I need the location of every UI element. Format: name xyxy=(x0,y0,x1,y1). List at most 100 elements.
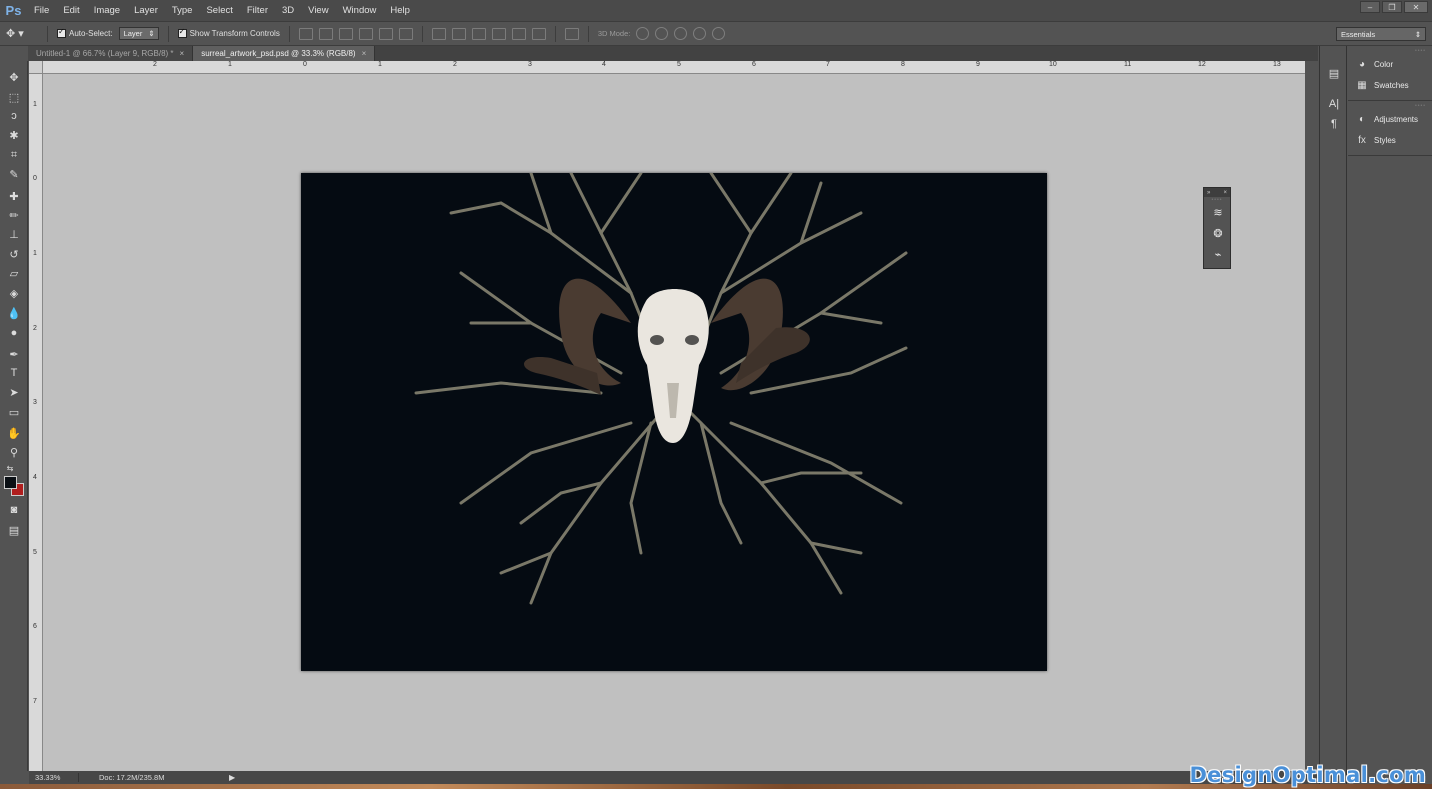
tab-surreal-artwork[interactable]: surreal_artwork_psd.psd @ 33.3% (RGB/8) × xyxy=(193,46,376,61)
zoom-level[interactable]: 33.33% xyxy=(29,773,79,782)
restore-button[interactable]: ❐ xyxy=(1382,1,1402,13)
paragraph-icon[interactable]: ¶ xyxy=(1327,117,1341,131)
menu-view[interactable]: View xyxy=(301,0,335,21)
auto-select-checkbox[interactable]: Auto-Select: xyxy=(57,27,113,38)
minimize-button[interactable]: – xyxy=(1360,1,1380,13)
hand-tool-icon[interactable]: ✋ xyxy=(6,425,22,441)
history-icon[interactable]: ▤ xyxy=(1327,66,1341,80)
align-right-icon[interactable] xyxy=(398,27,413,40)
marquee-tool-icon[interactable]: ⬚ xyxy=(6,89,22,105)
dropdown-arrow-icon: ⇕ xyxy=(1414,29,1421,39)
screen-mode-icon[interactable]: ▤ xyxy=(6,522,22,538)
channels-icon[interactable]: ❂ xyxy=(1204,223,1232,244)
3d-roll-icon[interactable] xyxy=(655,27,669,40)
type-tool-icon[interactable]: T xyxy=(6,365,22,381)
panel-color[interactable]: ◕ Color xyxy=(1348,54,1432,75)
auto-select-target-dropdown[interactable]: Layer ⇕ xyxy=(118,27,159,40)
menu-select[interactable]: Select xyxy=(199,0,239,21)
quick-mask-icon[interactable]: ◙ xyxy=(6,502,22,518)
distribute-vertical-center-icon[interactable] xyxy=(451,27,466,40)
dodge-tool-icon[interactable]: ● xyxy=(6,325,22,341)
zoom-tool-icon[interactable]: ⚲ xyxy=(6,444,22,460)
distribute-horizontal-center-icon[interactable] xyxy=(511,27,526,40)
history-brush-tool-icon[interactable]: ↺ xyxy=(6,246,22,262)
align-horizontal-center-icon[interactable] xyxy=(378,27,393,40)
menu-file[interactable]: File xyxy=(27,0,56,21)
panel-styles[interactable]: fx Styles xyxy=(1348,130,1432,151)
panel-adjustments[interactable]: ◐ Adjustments xyxy=(1348,109,1432,130)
crop-tool-icon[interactable]: ⌗ xyxy=(6,147,22,163)
status-menu-arrow-icon[interactable]: ▶ xyxy=(229,773,235,782)
distribute-left-icon[interactable] xyxy=(491,27,506,40)
document-size: Doc: 17.2M/235.8M xyxy=(99,773,165,782)
menu-window[interactable]: Window xyxy=(336,0,384,21)
ruler-label: 9 xyxy=(976,61,980,68)
menu-filter[interactable]: Filter xyxy=(240,0,275,21)
healing-brush-tool-icon[interactable]: ✚ xyxy=(6,188,22,204)
distribute-right-icon[interactable] xyxy=(531,27,546,40)
paths-icon[interactable]: ⌁ xyxy=(1204,244,1232,265)
distribute-top-icon[interactable] xyxy=(431,27,446,40)
3d-pan-icon[interactable] xyxy=(674,27,688,40)
align-bottom-icon[interactable] xyxy=(338,27,353,40)
vertical-ruler[interactable]: 1 0 1 2 3 4 5 6 7 xyxy=(29,74,43,771)
document-canvas[interactable] xyxy=(301,173,1047,671)
rectangle-tool-icon[interactable]: ▭ xyxy=(6,404,22,420)
quick-selection-tool-icon[interactable]: ✱ xyxy=(6,127,22,143)
horizontal-ruler[interactable]: 2 1 0 1 2 3 4 5 6 7 8 9 10 11 12 13 xyxy=(43,61,1305,74)
menu-image[interactable]: Image xyxy=(87,0,127,21)
paint-bucket-tool-icon[interactable]: ◈ xyxy=(6,285,22,301)
show-transform-checkbox[interactable]: Show Transform Controls xyxy=(177,27,280,38)
color-panel-group: •••• ◕ Color ▦ Swatches xyxy=(1348,46,1432,101)
layers-icon[interactable]: ≋ xyxy=(1204,202,1232,223)
ruler-label: 3 xyxy=(33,399,37,406)
close-icon[interactable]: × xyxy=(1223,190,1227,196)
menu-layer[interactable]: Layer xyxy=(127,0,165,21)
character-icon[interactable]: A| xyxy=(1327,97,1341,111)
3d-scale-icon[interactable] xyxy=(712,27,726,40)
close-icon[interactable]: × xyxy=(362,49,367,58)
canvas-area[interactable] xyxy=(43,74,1305,771)
ruler-label: 4 xyxy=(33,474,37,481)
ram-skull-graphic xyxy=(524,278,810,443)
distribute-bottom-icon[interactable] xyxy=(471,27,486,40)
auto-align-layers-icon[interactable] xyxy=(564,27,579,40)
align-top-icon[interactable] xyxy=(298,27,313,40)
brush-tool-icon[interactable]: ✏ xyxy=(6,207,22,223)
ruler-label: 2 xyxy=(33,325,37,332)
3d-slide-icon[interactable] xyxy=(693,27,707,40)
ruler-origin[interactable] xyxy=(29,61,43,74)
separator xyxy=(167,25,169,42)
eyedropper-tool-icon[interactable]: ✎ xyxy=(6,166,22,182)
pen-tool-icon[interactable]: ✒ xyxy=(6,346,22,362)
ruler-label: 7 xyxy=(33,698,37,705)
menu-type[interactable]: Type xyxy=(165,0,200,21)
panel-swatches[interactable]: ▦ Swatches xyxy=(1348,75,1432,96)
panel-dock: •••• ◕ Color ▦ Swatches •••• ◐ Adjustmen… xyxy=(1348,46,1432,784)
path-selection-tool-icon[interactable]: ➤ xyxy=(6,384,22,400)
close-icon[interactable]: × xyxy=(180,49,185,58)
menu-help[interactable]: Help xyxy=(383,0,417,21)
ruler-label: 2 xyxy=(153,61,157,68)
collapsed-panel-strip: ▤ A| ¶ xyxy=(1319,46,1347,784)
align-vertical-center-icon[interactable] xyxy=(318,27,333,40)
menu-edit[interactable]: Edit xyxy=(56,0,86,21)
tab-untitled-1[interactable]: Untitled-1 @ 66.7% (Layer 9, RGB/8) * × xyxy=(28,46,194,61)
foreground-color-swatch[interactable] xyxy=(4,476,17,489)
clone-stamp-tool-icon[interactable]: ⊥ xyxy=(6,226,22,242)
close-button[interactable]: ✕ xyxy=(1404,1,1428,13)
tools-panel: ✥ ⬚ ↄ ✱ ⌗ ✎ ✚ ✏ ⊥ ↺ ▱ ◈ 💧 ● ✒ T ➤ ▭ ✋ ⚲ … xyxy=(0,61,28,771)
move-tool-icon[interactable]: ✥ xyxy=(6,69,22,85)
lasso-tool-icon[interactable]: ↄ xyxy=(6,108,22,124)
move-tool-preset-icon[interactable]: ✥ ▾ xyxy=(6,26,38,42)
eraser-tool-icon[interactable]: ▱ xyxy=(6,265,22,281)
3d-rotate-icon[interactable] xyxy=(636,27,650,40)
expand-panels-icon[interactable]: » xyxy=(1207,190,1210,196)
panel-label: Adjustments xyxy=(1374,115,1419,124)
menu-3d[interactable]: 3D xyxy=(275,0,301,21)
align-left-icon[interactable] xyxy=(358,27,373,40)
blur-tool-icon[interactable]: 💧 xyxy=(6,305,22,321)
separator xyxy=(288,25,290,42)
swap-colors-icon[interactable]: ⇆ xyxy=(2,460,18,476)
workspace-dropdown[interactable]: Essentials ⇕ xyxy=(1336,27,1426,41)
